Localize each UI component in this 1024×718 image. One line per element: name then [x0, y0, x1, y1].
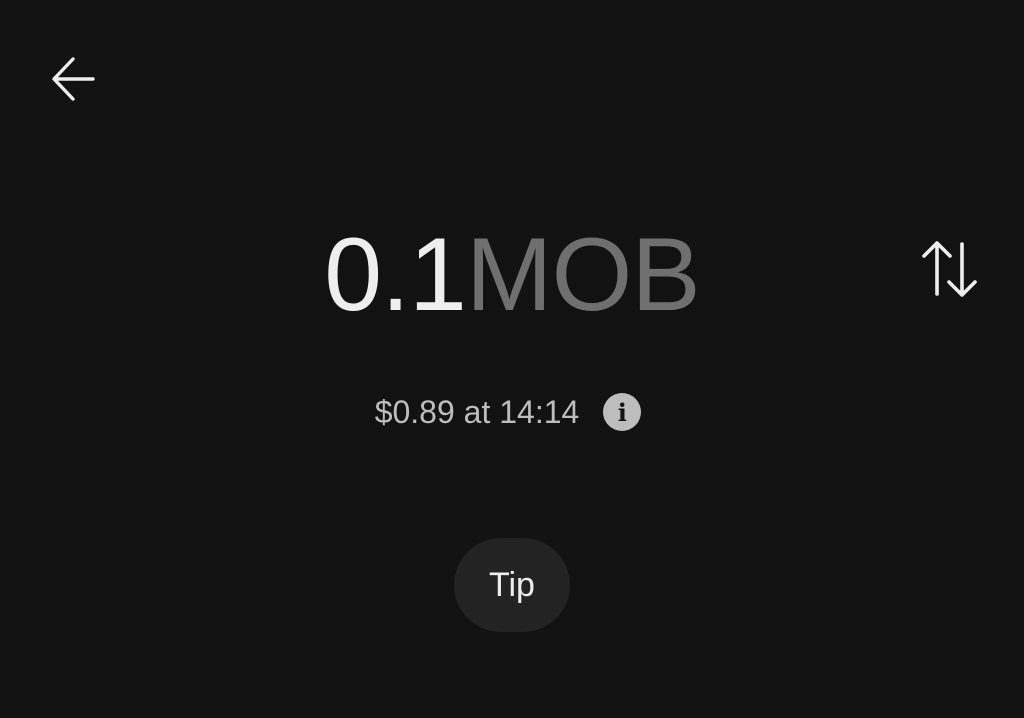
- fiat-conversion-text: $0.89 at 14:14: [374, 393, 580, 430]
- amount-value: 0.1: [324, 217, 467, 333]
- amount-display: 0.1 MOB: [0, 215, 1024, 335]
- arrow-left-icon: [52, 57, 95, 101]
- tip-button[interactable]: Tip: [454, 538, 570, 632]
- amount-currency: MOB: [465, 217, 701, 333]
- tip-button-label: Tip: [489, 565, 535, 604]
- swap-vertical-icon: [922, 241, 977, 297]
- back-button[interactable]: [44, 50, 104, 108]
- info-icon[interactable]: i: [603, 393, 642, 431]
- fiat-conversion-row: $0.89 at 14:14 i: [0, 388, 1024, 436]
- swap-currency-button[interactable]: [912, 234, 988, 304]
